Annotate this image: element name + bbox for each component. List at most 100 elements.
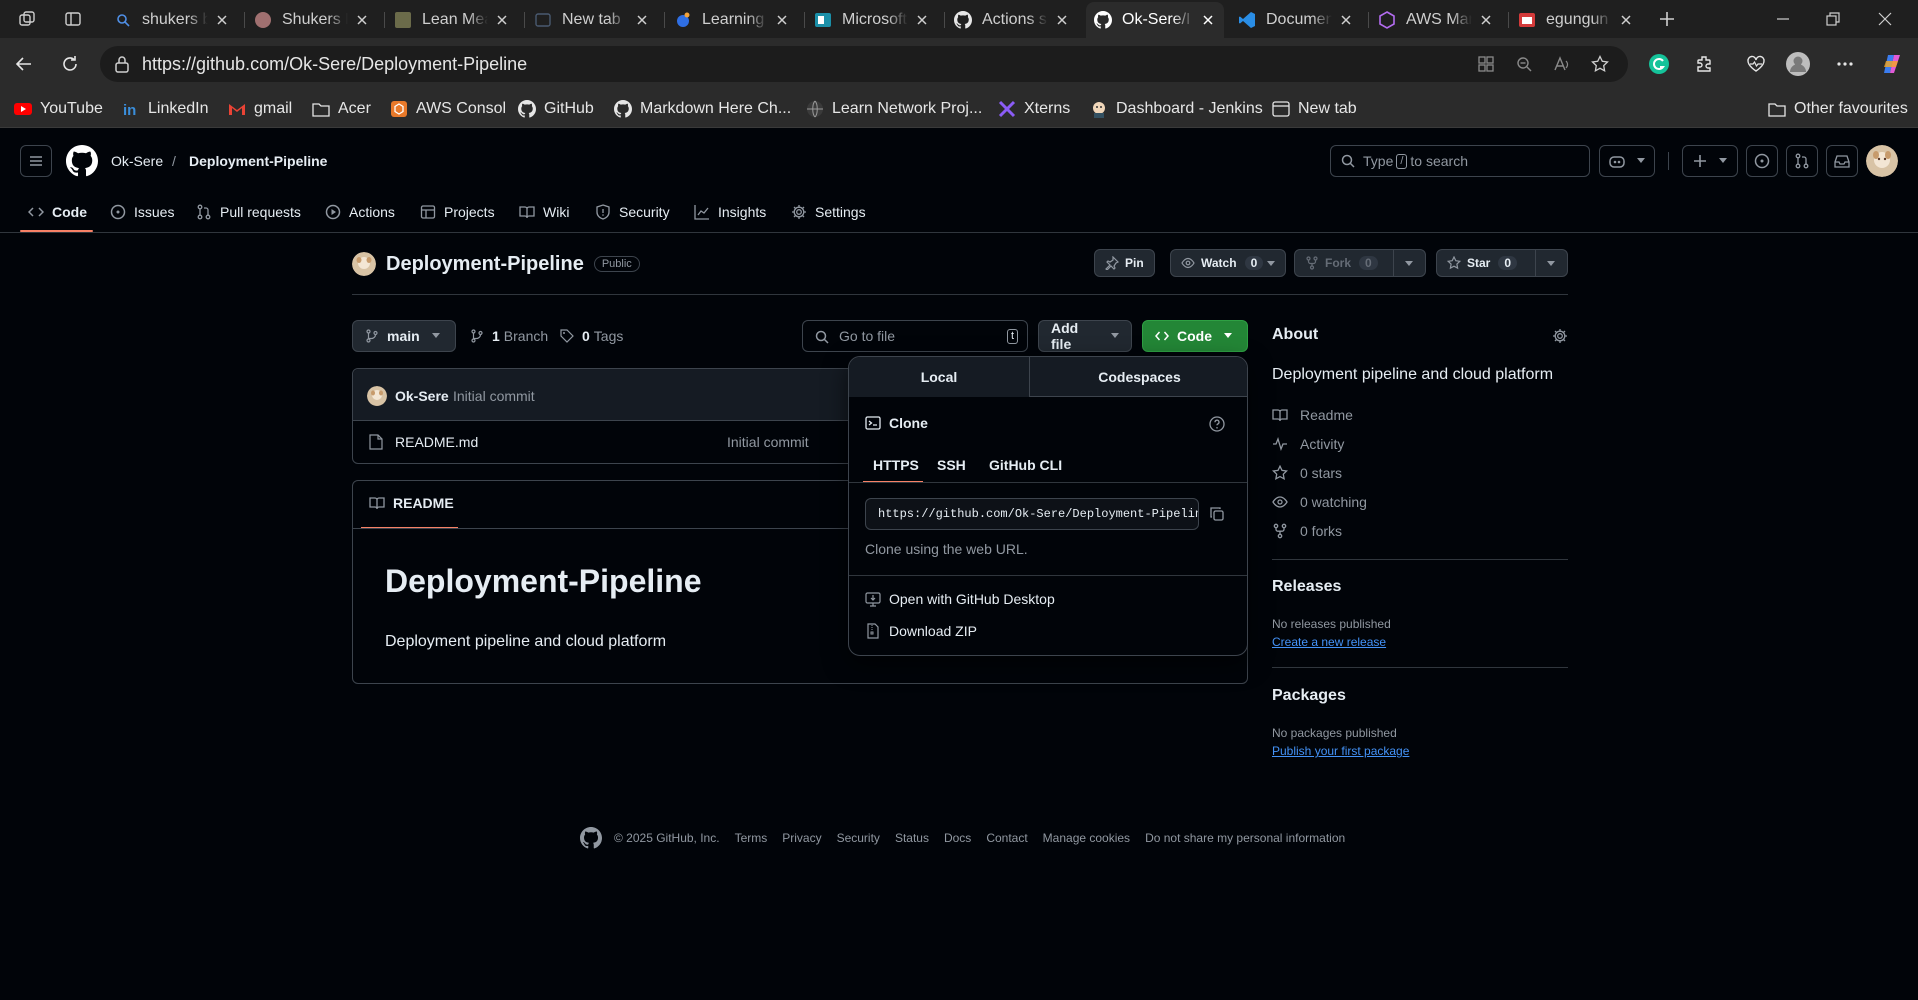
branch-selector[interactable]: main	[352, 320, 456, 352]
open-desktop-item[interactable]: Open with GitHub Desktop	[865, 591, 1055, 607]
back-icon[interactable]	[12, 52, 36, 76]
zoom-icon[interactable]	[1514, 54, 1534, 74]
tags-link[interactable]: 0 Tags	[560, 328, 623, 344]
breadcrumb-owner[interactable]: Ok-Sere	[111, 153, 163, 169]
footer-link-status[interactable]: Status	[895, 831, 929, 845]
footer-link-terms[interactable]: Terms	[735, 831, 768, 845]
close-icon[interactable]	[1200, 12, 1216, 28]
favorite-xterns[interactable]: Xterns	[998, 98, 1070, 120]
chevron-down-icon[interactable]	[1547, 261, 1555, 267]
close-icon[interactable]	[774, 12, 790, 28]
new-tab-icon[interactable]	[1656, 8, 1678, 30]
sidebar-item-forks[interactable]: 0 forks	[1272, 523, 1342, 539]
pull-requests-button[interactable]	[1786, 145, 1818, 177]
github-logo-icon[interactable]	[580, 827, 602, 849]
favorite-jenkins[interactable]: Dashboard - Jenkins	[1090, 98, 1263, 120]
address-bar[interactable]: https://github.com/Ok-Sere/Deployment-Pi…	[100, 46, 1628, 82]
tab-code[interactable]: Code	[28, 196, 87, 228]
packages-title[interactable]: Packages	[1272, 687, 1346, 705]
browser-tab[interactable]: Learning	[666, 2, 798, 38]
github-logo-icon[interactable]	[66, 145, 98, 177]
health-icon[interactable]	[1742, 50, 1770, 78]
app-available-icon[interactable]	[1476, 54, 1496, 74]
favorite-gmail[interactable]: gmail	[228, 98, 292, 120]
favorite-github[interactable]: GitHub	[518, 98, 594, 120]
tab-codespaces[interactable]: Codespaces	[1029, 357, 1247, 397]
file-commit-message[interactable]: Initial commit	[727, 434, 809, 450]
copilot-icon[interactable]	[1878, 50, 1906, 78]
browser-tab[interactable]: New tab	[526, 2, 658, 38]
favorite-youtube[interactable]: YouTube	[14, 98, 103, 120]
sidebar-item-stars[interactable]: 0 stars	[1272, 465, 1342, 481]
issues-button[interactable]	[1746, 145, 1778, 177]
create-new-button[interactable]	[1682, 145, 1738, 177]
tab-security[interactable]: Security	[595, 196, 670, 228]
close-icon[interactable]	[634, 12, 650, 28]
protocol-github-cli[interactable]: GitHub CLI	[989, 457, 1062, 473]
tab-insights[interactable]: Insights	[694, 196, 766, 228]
favorite-aws-console[interactable]: AWS Consol	[390, 98, 506, 120]
close-icon[interactable]	[354, 12, 370, 28]
browser-tab[interactable]: egungun	[1510, 2, 1642, 38]
fork-button[interactable]: Fork 0	[1294, 249, 1426, 277]
refresh-icon[interactable]	[58, 52, 82, 76]
browser-tab[interactable]: Microsoft	[806, 2, 938, 38]
commit-author-avatar[interactable]	[367, 386, 387, 406]
browser-tab[interactable]: Actions s	[946, 2, 1078, 38]
chevron-down-icon[interactable]	[1405, 261, 1413, 267]
releases-title[interactable]: Releases	[1272, 578, 1341, 596]
favorite-star-icon[interactable]	[1590, 54, 1610, 74]
close-icon[interactable]	[494, 12, 510, 28]
sidebar-item-activity[interactable]: Activity	[1272, 436, 1344, 452]
copilot-button[interactable]	[1599, 145, 1655, 177]
commit-message[interactable]: Initial commit	[453, 388, 535, 404]
window-close-icon[interactable]	[1874, 8, 1896, 30]
sidebar-item-readme[interactable]: Readme	[1272, 407, 1353, 423]
grammarly-icon[interactable]	[1645, 50, 1673, 78]
favorite-markdown-here[interactable]: Markdown Here Ch...	[614, 98, 791, 120]
close-icon[interactable]	[1054, 12, 1070, 28]
extensions-icon[interactable]	[1690, 50, 1718, 78]
owner-avatar[interactable]	[352, 252, 376, 276]
browser-tab[interactable]: AWS Man	[1370, 2, 1502, 38]
chevron-down-icon[interactable]	[1267, 261, 1275, 267]
inbox-button[interactable]	[1826, 145, 1858, 177]
watch-button[interactable]: Watch 0	[1170, 249, 1286, 277]
browser-tab[interactable]: Lean Mea	[386, 2, 518, 38]
help-icon[interactable]	[1209, 416, 1225, 432]
tab-wiki[interactable]: Wiki	[519, 196, 569, 228]
add-file-button[interactable]: Add file	[1038, 320, 1132, 352]
other-favourites[interactable]: Other favourites	[1768, 98, 1908, 120]
search-input[interactable]: Type / to search	[1330, 145, 1590, 177]
favorite-new-tab[interactable]: New tab	[1272, 98, 1357, 120]
close-icon[interactable]	[1618, 12, 1634, 28]
favorite-linkedin[interactable]: in LinkedIn	[122, 98, 209, 120]
footer-link-docs[interactable]: Docs	[944, 831, 971, 845]
tab-actions-icon[interactable]	[62, 8, 84, 30]
readme-tab[interactable]: README	[369, 495, 454, 511]
protocol-ssh[interactable]: SSH	[937, 457, 966, 473]
download-zip-item[interactable]: Download ZIP	[865, 623, 977, 639]
footer-link-do-not-share[interactable]: Do not share my personal information	[1145, 831, 1345, 845]
tab-actions[interactable]: Actions	[325, 196, 395, 228]
site-info-icon[interactable]	[114, 55, 130, 73]
favorite-acer[interactable]: Acer	[312, 98, 371, 120]
commit-author[interactable]: Ok-Sere	[395, 388, 449, 404]
footer-link-security[interactable]: Security	[837, 831, 880, 845]
gear-icon[interactable]	[1552, 328, 1568, 344]
clone-url-input[interactable]: https://github.com/Ok-Sere/Deployment-Pi…	[865, 498, 1199, 530]
breadcrumb-repo[interactable]: Deployment-Pipeline	[189, 153, 327, 169]
browser-tab[interactable]: shukers b	[106, 2, 238, 38]
tab-issues[interactable]: Issues	[110, 196, 174, 228]
minimize-icon[interactable]	[1772, 8, 1794, 30]
close-icon[interactable]	[1478, 12, 1494, 28]
protocol-https[interactable]: HTTPS	[873, 457, 919, 473]
more-options-icon[interactable]	[1831, 50, 1859, 78]
read-aloud-icon[interactable]	[1552, 54, 1572, 74]
browser-tab-active[interactable]: Ok-Sere/I	[1086, 2, 1224, 38]
close-icon[interactable]	[214, 12, 230, 28]
create-release-link[interactable]: Create a new release	[1272, 635, 1386, 649]
browser-tab[interactable]: Shukers N	[246, 2, 378, 38]
favorite-learn-network[interactable]: Learn Network Proj...	[806, 98, 982, 120]
footer-link-cookies[interactable]: Manage cookies	[1043, 831, 1130, 845]
